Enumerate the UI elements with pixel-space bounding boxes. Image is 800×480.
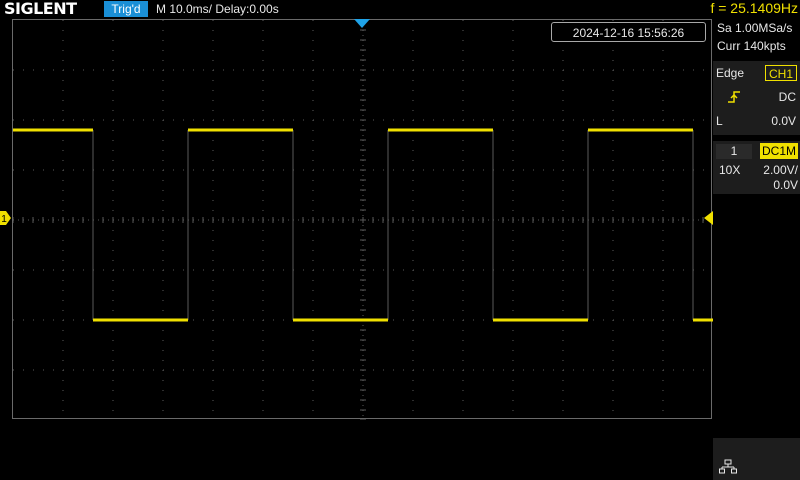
channel-number: 1 [716,144,752,159]
vertical-offset: 0.0V [773,178,798,192]
brand-logo: SIGLENT [4,0,77,18]
waveform-display[interactable] [12,19,713,420]
memory-depth: Curr 140kpts [717,39,786,53]
trigger-type: Edge [716,66,745,80]
network-icon [719,459,737,474]
trigger-panel[interactable]: Edge CH1 DC L 0.0V [713,61,800,135]
trigger-coupling: DC [778,90,796,104]
trigger-level-label: L [716,114,723,128]
trigger-source-badge: CH1 [764,65,797,81]
trigger-position-marker[interactable] [354,19,370,28]
rising-edge-icon [728,91,740,103]
frequency-readout: f = 25.1409Hz [710,0,798,16]
probe-attenuation: 10X [719,163,741,177]
channel-coupling-badge: DC1M [759,143,798,159]
timestamp-box: 2024-12-16 15:56:26 [551,22,706,42]
trigger-status-badge: Trig'd [104,1,148,17]
trigger-level-marker[interactable] [704,211,713,225]
trigger-slope-row: DC [713,85,800,109]
network-status-panel [713,438,800,480]
trigger-level-row: L 0.0V [713,109,800,133]
graticule [13,20,713,420]
sample-rate: Sa 1.00MSa/s [717,21,793,35]
vertical-scale: 2.00V/ [763,163,798,177]
ch1-marker-label: 1 [1,214,7,225]
acquisition-panel[interactable]: Sa 1.00MSa/s Curr 140kpts [713,19,800,60]
trigger-level-value: 0.0V [771,114,796,128]
channel1-panel[interactable]: 1 DC1M 10X 2.00V/ 0.0V [713,141,800,194]
ch1-offset-marker[interactable]: 1 [0,211,11,225]
top-status-bar: SIGLENT Trig'd M 10.0ms/ Delay:0.00s f =… [0,0,800,18]
timebase-readout[interactable]: M 10.0ms/ Delay:0.00s [156,0,279,18]
trigger-type-row: Edge CH1 [713,61,800,85]
